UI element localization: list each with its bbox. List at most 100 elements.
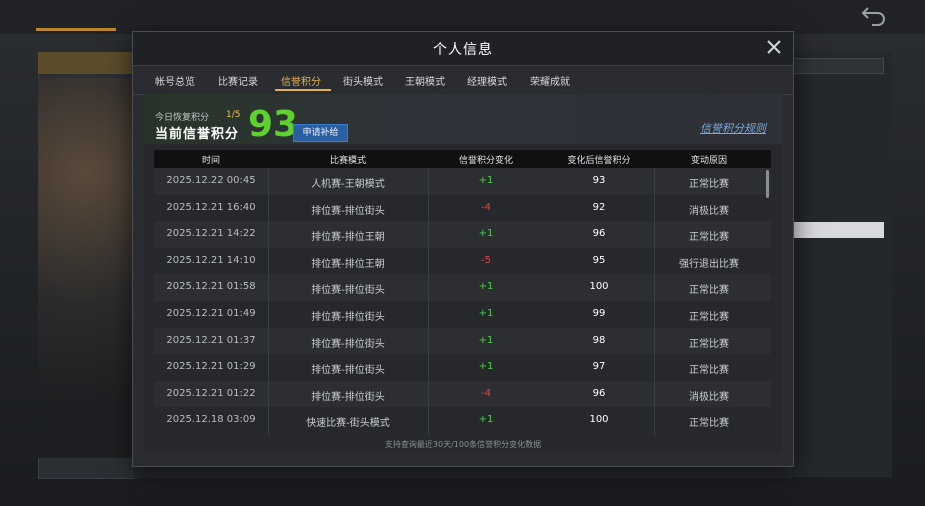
table-row: 2025.12.21 01:22 排位赛-排位街头 -4 96 消极比赛	[154, 381, 771, 408]
cell-reason: 正常比赛	[689, 365, 729, 377]
background-tab-underline	[36, 28, 116, 31]
column-divider	[654, 168, 655, 436]
tab-manager-mode[interactable]: 经理模式	[467, 73, 507, 88]
table-row: 2025.12.21 14:10 排位赛-排位王朝 -5 95 强行退出比赛	[154, 248, 771, 275]
back-icon	[860, 4, 892, 28]
cell-after: 96	[592, 228, 606, 240]
cell-reason: 消极比赛	[689, 391, 729, 403]
cell-change: -5	[481, 254, 491, 266]
credit-rules-link[interactable]: 信誉积分规则	[700, 120, 766, 136]
table-scrollbar[interactable]	[766, 170, 769, 198]
cell-time: 2025.12.21 01:37	[166, 334, 256, 346]
tab-account-overview[interactable]: 帐号总览	[155, 73, 195, 88]
cell-mode: 快速比赛-街头模式	[306, 418, 390, 430]
cell-change: +1	[478, 175, 494, 186]
background-right-panel	[792, 52, 892, 477]
header-mode: 比赛模式	[329, 156, 366, 166]
table-row: 2025.12.21 01:37 排位赛-排位街头 +1 98 正常比赛	[154, 328, 771, 355]
credit-history-table: 时间 比赛模式 信誉积分变化 变化后信誉积分 变动原因 2025.12.22 0…	[154, 150, 771, 436]
header-time: 时间	[201, 156, 220, 166]
table-row: 2025.12.21 01:58 排位赛-排位街头 +1 100 正常比赛	[154, 274, 771, 301]
cell-reason: 正常比赛	[689, 338, 729, 350]
table-row: 2025.12.21 01:49 排位赛-排位街头 +1 99 正常比赛	[154, 301, 771, 328]
cell-change: -4	[481, 387, 491, 399]
cell-reason: 正常比赛	[689, 418, 729, 430]
background-highlight-row	[792, 222, 884, 238]
table-header: 时间 比赛模式 信誉积分变化 变化后信誉积分 变动原因	[154, 150, 771, 168]
cell-after: 95	[592, 254, 606, 266]
tab-honor-achievements[interactable]: 荣耀成就	[530, 73, 570, 88]
table-row: 2025.12.21 14:22 排位赛-排位王朝 +1 96 正常比赛	[154, 221, 771, 248]
tab-street-mode[interactable]: 街头模式	[343, 73, 383, 88]
column-divider	[268, 168, 269, 436]
cell-mode: 排位赛-排位街头	[311, 338, 385, 350]
cell-change: +1	[478, 361, 494, 373]
background-player-image	[38, 78, 133, 458]
modal-header: 个人信息	[133, 32, 793, 66]
header-after: 变化后信誉积分	[567, 156, 631, 166]
cell-time: 2025.12.21 14:10	[166, 254, 256, 266]
cell-after: 98	[592, 334, 606, 346]
cell-time: 2025.12.21 14:22	[166, 228, 256, 240]
cell-after: 100	[589, 414, 609, 426]
cell-after: 100	[589, 281, 609, 293]
cell-time: 2025.12.21 01:49	[166, 308, 256, 319]
header-change: 信誉积分变化	[458, 156, 513, 166]
cell-after: 96	[592, 387, 606, 399]
personal-info-modal: 个人信息 帐号总览 比赛记录 信誉积分 街头模式 王朝模式 经理模式 荣耀成就 …	[132, 31, 794, 467]
cell-after: 97	[592, 361, 606, 373]
cell-after: 92	[592, 201, 606, 213]
today-recovered-label: 今日恢复积分	[155, 113, 210, 123]
current-score-value: 93	[248, 104, 299, 145]
close-icon[interactable]	[763, 36, 785, 58]
current-score-label: 当前信誉积分	[155, 127, 240, 142]
table-row: 2025.12.21 16:40 排位赛-排位街头 -4 92 消极比赛	[154, 195, 771, 222]
cell-time: 2025.12.21 01:58	[166, 281, 256, 293]
cell-reason: 正常比赛	[689, 179, 729, 190]
cell-change: +1	[478, 334, 494, 346]
cell-mode: 排位赛-排位街头	[311, 312, 385, 323]
credit-score-panel: 今日恢复积分 1/5 当前信誉积分 93 申请补给 信誉积分规则 时间 比赛模式…	[144, 94, 782, 452]
cell-mode: 排位赛-排位王朝	[311, 258, 385, 270]
cell-mode: 排位赛-排位街头	[311, 285, 385, 297]
background-dropdown	[792, 58, 884, 74]
apply-supply-button[interactable]: 申请补给	[293, 124, 348, 142]
cell-reason: 正常比赛	[689, 232, 729, 244]
background-card-header	[38, 52, 133, 74]
tab-bar: 帐号总览 比赛记录 信誉积分 街头模式 王朝模式 经理模式 荣耀成就	[133, 66, 793, 95]
cell-after: 99	[592, 308, 606, 319]
cell-mode: 排位赛-排位街头	[311, 365, 385, 377]
cell-reason: 正常比赛	[689, 312, 729, 323]
cell-time: 2025.12.21 01:22	[166, 387, 256, 399]
cell-time: 2025.12.18 03:09	[166, 414, 256, 426]
tab-credit-score[interactable]: 信誉积分	[281, 73, 321, 88]
cell-mode: 人机赛-王朝模式	[311, 179, 385, 190]
header-reason: 变动原因	[690, 156, 727, 166]
cell-change: +1	[478, 414, 494, 426]
cell-reason: 强行退出比赛	[679, 258, 739, 270]
cell-mode: 排位赛-排位街头	[311, 391, 385, 403]
cell-change: +1	[478, 281, 494, 293]
tab-match-records[interactable]: 比赛记录	[218, 73, 258, 88]
tab-dynasty-mode[interactable]: 王朝模式	[405, 73, 445, 88]
active-tab-underline	[275, 89, 331, 91]
footer-note: 支持查询最近30天/100条信誉积分变化数据	[384, 440, 542, 449]
cell-time: 2025.12.21 01:29	[166, 361, 256, 373]
cell-change: +1	[478, 228, 494, 240]
today-recovered-value: 1/5	[226, 110, 241, 120]
table-row: 2025.12.21 01:29 排位赛-排位街头 +1 97 正常比赛	[154, 354, 771, 381]
table-row: 2025.12.18 03:09 快速比赛-街头模式 +1 100 正常比赛	[154, 407, 771, 434]
cell-change: -4	[481, 201, 491, 213]
cell-reason: 正常比赛	[689, 285, 729, 297]
cell-time: 2025.12.21 16:40	[166, 201, 256, 213]
cell-time: 2025.12.22 00:45	[166, 175, 256, 186]
cell-mode: 排位赛-排位街头	[311, 205, 385, 217]
column-divider	[428, 168, 429, 436]
cell-mode: 排位赛-排位王朝	[311, 232, 385, 244]
cell-after: 93	[592, 175, 606, 186]
cell-change: +1	[478, 308, 494, 319]
background-top-nav	[0, 0, 925, 34]
table-row: 2025.12.22 00:45 人机赛-王朝模式 +1 93 正常比赛	[154, 168, 771, 195]
modal-title: 个人信息	[433, 42, 493, 58]
cell-reason: 消极比赛	[689, 205, 729, 217]
